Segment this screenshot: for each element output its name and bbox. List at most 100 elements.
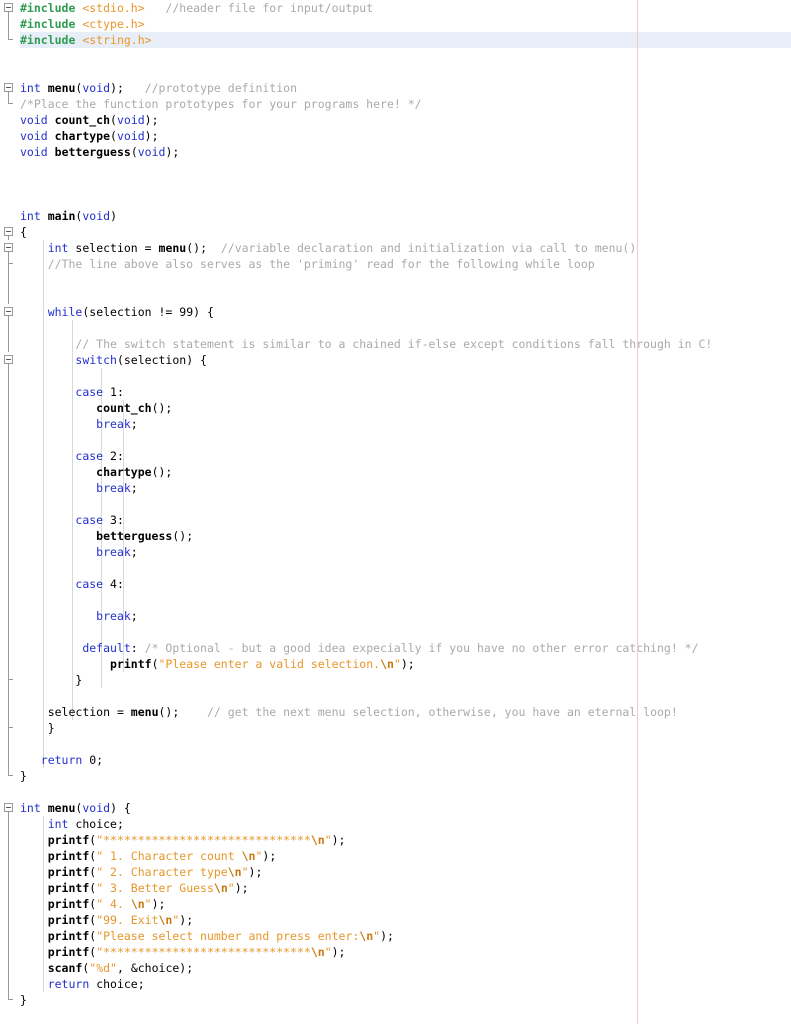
code-line[interactable] <box>0 192 791 208</box>
fold-gutter[interactable] <box>0 928 20 944</box>
fold-gutter[interactable] <box>0 368 20 384</box>
fold-gutter[interactable] <box>0 416 20 432</box>
fold-gutter[interactable] <box>0 864 20 880</box>
code-line[interactable]: break; <box>0 544 791 560</box>
code-line[interactable] <box>0 736 791 752</box>
code-line[interactable]: } <box>0 992 791 1008</box>
fold-gutter[interactable] <box>0 944 20 960</box>
fold-gutter[interactable] <box>0 48 20 64</box>
fold-gutter[interactable] <box>0 16 20 32</box>
fold-gutter[interactable] <box>0 224 20 240</box>
fold-gutter[interactable] <box>0 64 20 80</box>
code-line[interactable]: printf("******************************\n… <box>0 832 791 848</box>
fold-gutter[interactable] <box>0 464 20 480</box>
fold-gutter[interactable] <box>0 656 20 672</box>
code-line[interactable] <box>0 64 791 80</box>
code-line[interactable]: printf("Please enter a valid selection.\… <box>0 656 791 672</box>
fold-gutter[interactable] <box>0 144 20 160</box>
code-line[interactable]: int menu(void) { <box>0 800 791 816</box>
fold-gutter[interactable] <box>0 560 20 576</box>
code-line[interactable]: printf(" 3. Better Guess\n"); <box>0 880 791 896</box>
fold-gutter[interactable] <box>0 512 20 528</box>
code-line[interactable] <box>0 288 791 304</box>
fold-gutter[interactable] <box>0 96 20 112</box>
code-line[interactable] <box>0 160 791 176</box>
fold-gutter[interactable] <box>0 256 20 272</box>
code-line[interactable] <box>0 496 791 512</box>
code-line[interactable]: void chartype(void); <box>0 128 791 144</box>
code-line[interactable]: } <box>0 672 791 688</box>
fold-gutter[interactable] <box>0 448 20 464</box>
code-line[interactable]: return choice; <box>0 976 791 992</box>
fold-gutter[interactable] <box>0 0 20 16</box>
code-line[interactable] <box>0 560 791 576</box>
code-line[interactable]: #include <stdio.h> //header file for inp… <box>0 0 791 16</box>
code-line[interactable]: default: /* Optional - but a good idea e… <box>0 640 791 656</box>
code-line[interactable]: //The line above also serves as the 'pri… <box>0 256 791 272</box>
fold-gutter[interactable] <box>0 304 20 320</box>
fold-gutter[interactable] <box>0 192 20 208</box>
code-line[interactable]: case 2: <box>0 448 791 464</box>
fold-gutter[interactable] <box>0 784 20 800</box>
fold-gutter[interactable] <box>0 288 20 304</box>
fold-gutter[interactable] <box>0 160 20 176</box>
fold-gutter[interactable] <box>0 272 20 288</box>
code-line[interactable]: } <box>0 720 791 736</box>
fold-gutter[interactable] <box>0 832 20 848</box>
fold-gutter[interactable] <box>0 592 20 608</box>
code-line[interactable]: break; <box>0 608 791 624</box>
fold-gutter[interactable] <box>0 624 20 640</box>
code-line[interactable]: return 0; <box>0 752 791 768</box>
code-line[interactable]: { <box>0 224 791 240</box>
fold-gutter[interactable] <box>0 960 20 976</box>
fold-gutter[interactable] <box>0 752 20 768</box>
code-line[interactable]: void count_ch(void); <box>0 112 791 128</box>
code-line[interactable]: int menu(void); //prototype definition <box>0 80 791 96</box>
code-line[interactable]: } <box>0 768 791 784</box>
fold-gutter[interactable] <box>0 544 20 560</box>
code-line[interactable] <box>0 592 791 608</box>
code-line[interactable]: // The switch statement is similar to a … <box>0 336 791 352</box>
code-line[interactable]: while(selection != 99) { <box>0 304 791 320</box>
fold-gutter[interactable] <box>0 128 20 144</box>
fold-gutter[interactable] <box>0 576 20 592</box>
code-line[interactable]: chartype(); <box>0 464 791 480</box>
fold-gutter[interactable] <box>0 720 20 736</box>
code-line[interactable]: betterguess(); <box>0 528 791 544</box>
fold-gutter[interactable] <box>0 736 20 752</box>
fold-gutter[interactable] <box>0 800 20 816</box>
fold-gutter[interactable] <box>0 992 20 1008</box>
code-editor[interactable]: #include <stdio.h> //header file for inp… <box>0 0 791 1024</box>
fold-gutter[interactable] <box>0 400 20 416</box>
code-line[interactable]: #include <ctype.h> <box>0 16 791 32</box>
code-line[interactable]: switch(selection) { <box>0 352 791 368</box>
code-line[interactable] <box>0 368 791 384</box>
code-line[interactable] <box>0 272 791 288</box>
fold-gutter[interactable] <box>0 976 20 992</box>
code-line[interactable]: printf("Please select number and press e… <box>0 928 791 944</box>
code-line[interactable]: int main(void) <box>0 208 791 224</box>
code-line[interactable]: selection = menu(); // get the next menu… <box>0 704 791 720</box>
code-line[interactable]: printf("******************************\n… <box>0 944 791 960</box>
fold-gutter[interactable] <box>0 672 20 688</box>
fold-gutter[interactable] <box>0 80 20 96</box>
fold-gutter[interactable] <box>0 384 20 400</box>
fold-gutter[interactable] <box>0 848 20 864</box>
fold-gutter[interactable] <box>0 480 20 496</box>
code-line[interactable]: scanf("%d", &choice); <box>0 960 791 976</box>
fold-gutter[interactable] <box>0 768 20 784</box>
code-line[interactable]: break; <box>0 416 791 432</box>
code-line[interactable]: printf(" 1. Character count \n"); <box>0 848 791 864</box>
code-line[interactable] <box>0 176 791 192</box>
code-line[interactable]: case 4: <box>0 576 791 592</box>
code-line[interactable]: case 1: <box>0 384 791 400</box>
code-line[interactable]: count_ch(); <box>0 400 791 416</box>
fold-gutter[interactable] <box>0 496 20 512</box>
code-line[interactable]: printf("99. Exit\n"); <box>0 912 791 928</box>
code-line[interactable] <box>0 624 791 640</box>
code-line[interactable] <box>0 48 791 64</box>
code-line[interactable]: #include <string.h> <box>0 32 791 48</box>
fold-gutter[interactable] <box>0 112 20 128</box>
fold-gutter[interactable] <box>0 608 20 624</box>
fold-gutter[interactable] <box>0 896 20 912</box>
